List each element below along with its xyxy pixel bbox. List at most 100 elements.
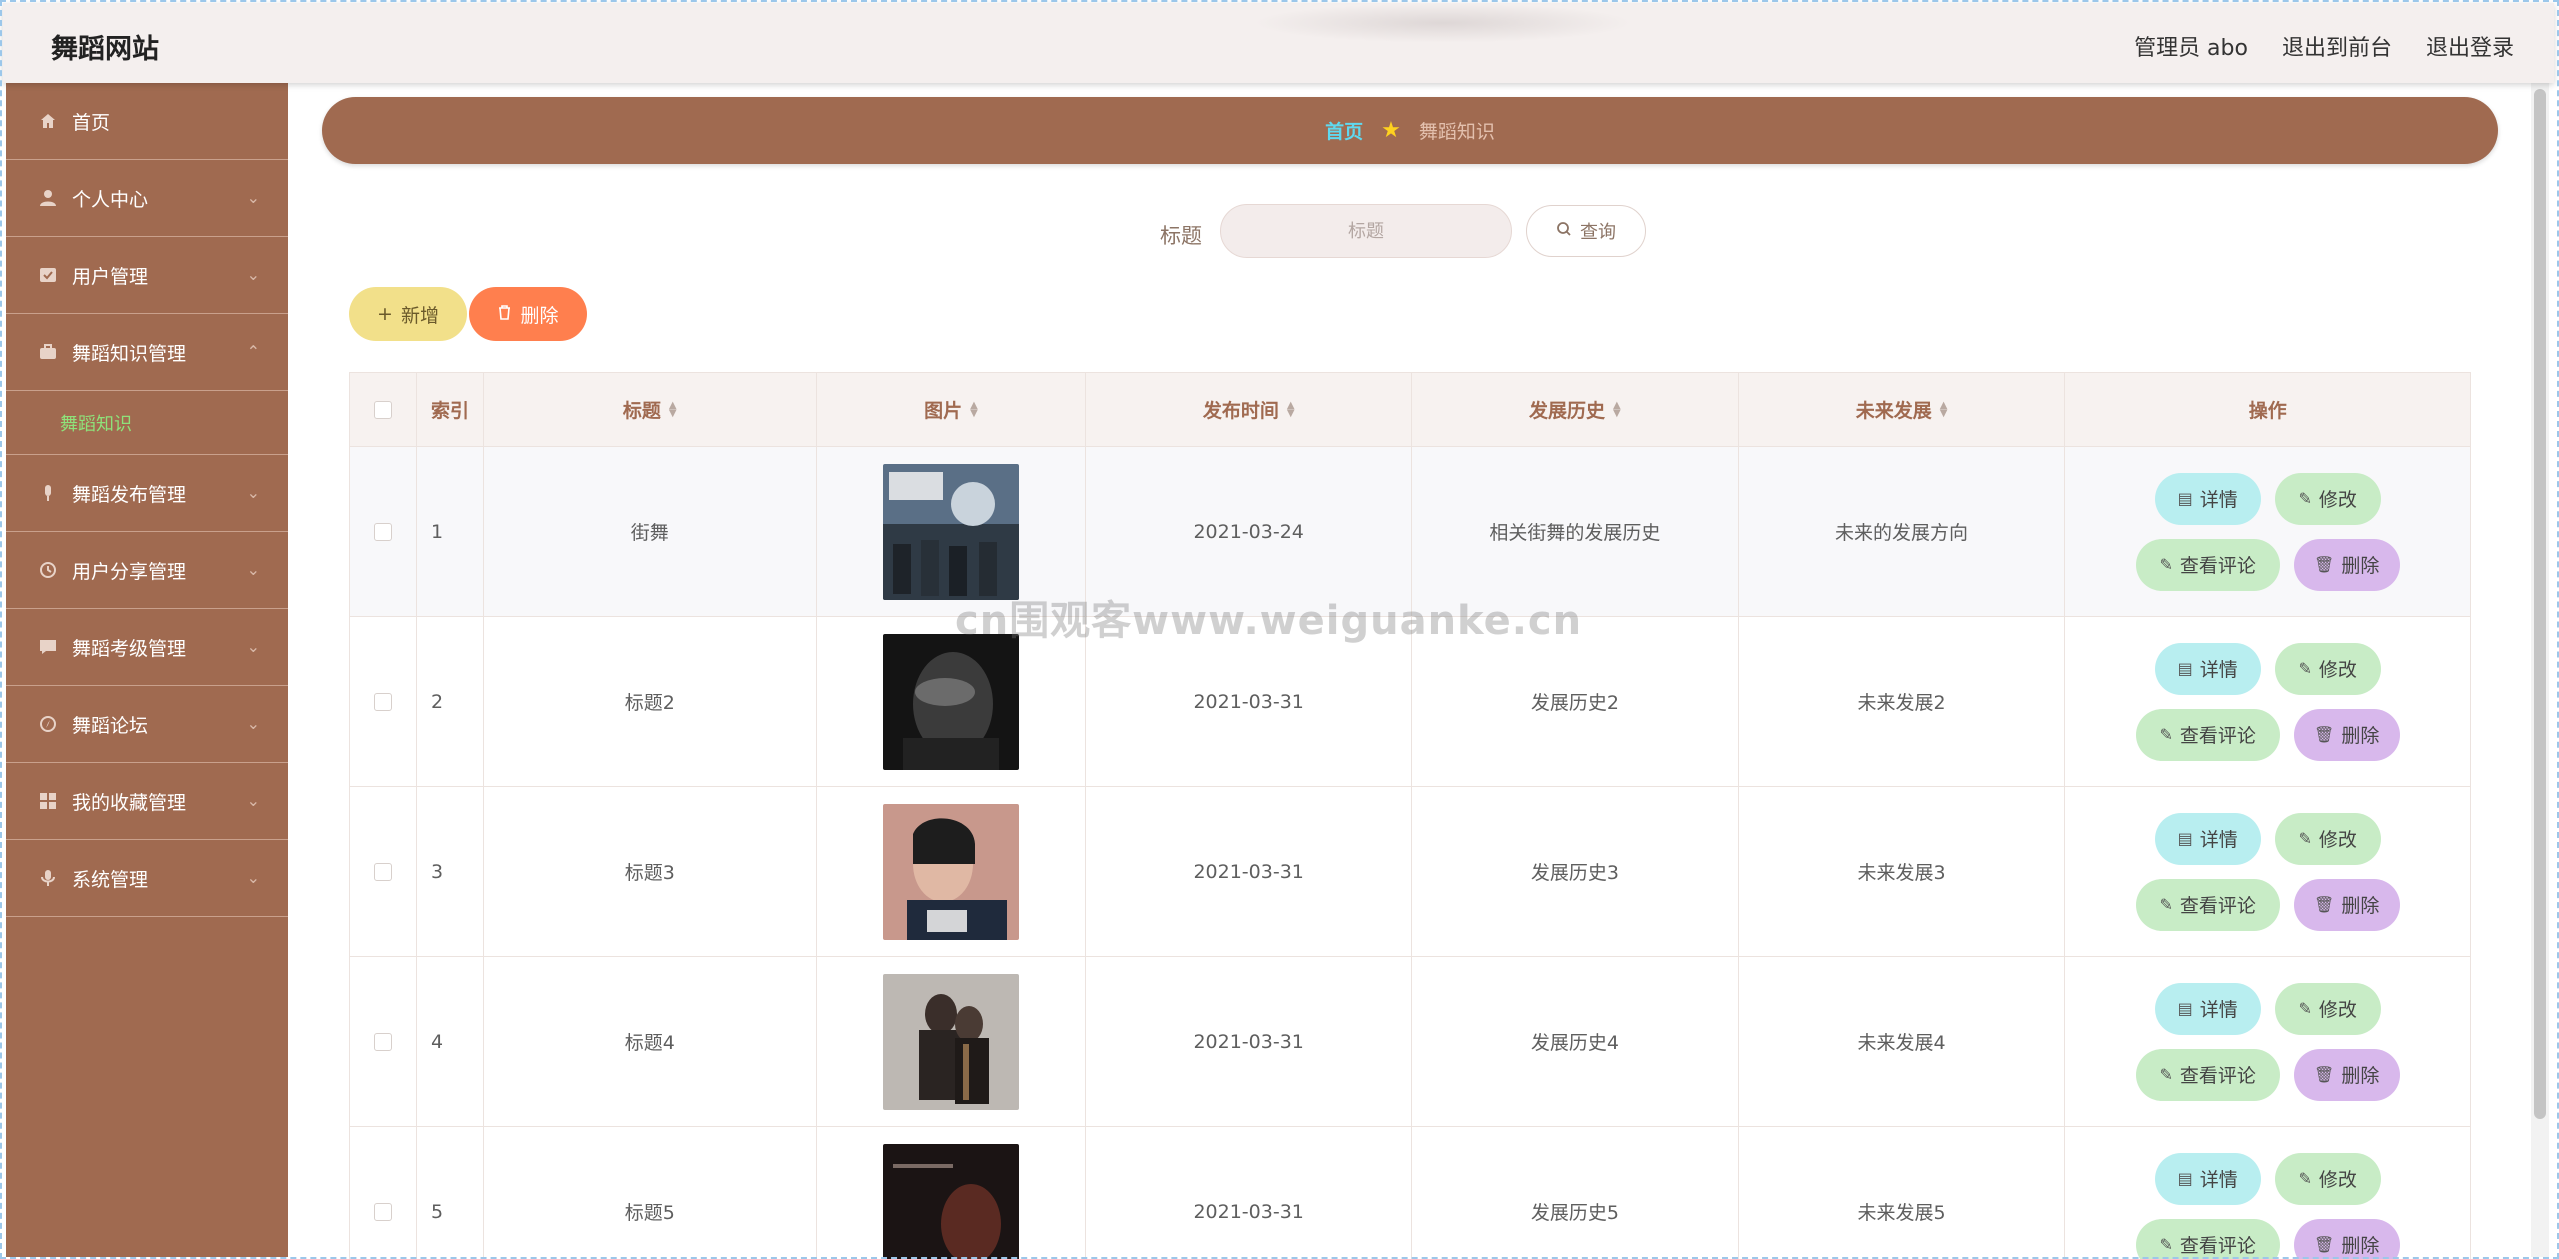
sidebar-item-favorites[interactable]: 我的收藏管理 ⌄ xyxy=(6,763,288,840)
cell-history: 发展历史5 xyxy=(1412,1127,1739,1259)
cell-index: 2 xyxy=(417,617,484,786)
detail-label: 详情 xyxy=(2199,489,2238,511)
cell-date: 2021-03-31 xyxy=(1086,957,1413,1126)
exit-to-front-link[interactable]: 退出到前台 xyxy=(2282,30,2392,62)
search-input[interactable] xyxy=(1220,204,1512,258)
row-delete-button[interactable]: 🗑 删除 xyxy=(2293,538,2400,591)
select-all-checkbox[interactable] xyxy=(373,400,392,419)
thumbnail-image[interactable] xyxy=(882,463,1019,600)
view-comments-button[interactable]: ✎ 查看评论 xyxy=(2135,1048,2280,1101)
header-image[interactable]: 图片 ▲ ▼ xyxy=(817,373,1087,446)
scrollbar-thumb[interactable] xyxy=(2534,89,2546,1119)
sidebar-item-profile[interactable]: 个人中心 ⌄ xyxy=(6,160,288,237)
pencil-icon: ✎ xyxy=(2298,659,2312,678)
ops-line: ▤ 详情 ✎ 修改 xyxy=(2154,1152,2381,1205)
edit-button[interactable]: ✎ 修改 xyxy=(2274,472,2381,525)
knowledge-table: 索引 标题 ▲ ▼ 图片 ▲ ▼ 发布时间 ▲ ▼ 发展历史 ▲ ▼ 未来发展 ▲ ▼ 操作 1 街… xyxy=(349,372,2471,1259)
ops-line: ✎ 查看评论 🗑 删除 xyxy=(2135,1048,2400,1101)
sidebar-item-forum[interactable]: 舞蹈论坛 ⌄ xyxy=(6,686,288,763)
delete-label: 删除 xyxy=(520,304,559,327)
grid-icon xyxy=(38,791,58,811)
view-comments-button[interactable]: ✎ 查看评论 xyxy=(2135,538,2280,591)
detail-button[interactable]: ▤ 详情 xyxy=(2154,642,2261,695)
row-checkbox[interactable] xyxy=(373,862,392,881)
admin-label: 管理员 abo xyxy=(2134,36,2248,61)
sidebar-item-publish[interactable]: 舞蹈发布管理 ⌄ xyxy=(6,455,288,532)
cell-title: 街舞 xyxy=(484,447,817,616)
select-cell xyxy=(350,957,417,1126)
pencil-icon: ✎ xyxy=(2159,725,2173,744)
thumbnail-image[interactable] xyxy=(882,633,1019,770)
sidebar-item-system[interactable]: 系统管理 ⌄ xyxy=(6,840,288,917)
vertical-scrollbar[interactable] xyxy=(2531,83,2549,1257)
detail-label: 详情 xyxy=(2199,999,2238,1021)
header-label: 发布时间 xyxy=(1202,400,1279,422)
sidebar: 首页 个人中心 ⌄ 用户管理 ⌄ 舞蹈知识管理 ⌃ 舞蹈知识 舞蹈发布管理 ⌄ … xyxy=(6,83,288,1257)
edit-button[interactable]: ✎ 修改 xyxy=(2274,1152,2381,1205)
logout-link[interactable]: 退出登录 xyxy=(2426,30,2514,62)
plus-icon: + xyxy=(377,303,393,325)
query-button[interactable]: 查询 xyxy=(1526,205,1646,257)
cell-index: 5 xyxy=(417,1127,484,1259)
detail-button[interactable]: ▤ 详情 xyxy=(2154,1152,2261,1205)
table-row: 1 街舞 2021-03-24 相关街舞的发展历史 未来的发展方向 ▤ 详情 ✎ 修… xyxy=(350,447,2470,617)
edit-label: 修改 xyxy=(2318,489,2357,511)
breadcrumb-home[interactable]: 首页 xyxy=(1325,117,1363,144)
header-future[interactable]: 未来发展 ▲ ▼ xyxy=(1739,373,2066,446)
sidebar-item-share[interactable]: 用户分享管理 ⌄ xyxy=(6,532,288,609)
select-cell xyxy=(350,447,417,616)
header-title[interactable]: 标题 ▲ ▼ xyxy=(484,373,817,446)
row-checkbox[interactable] xyxy=(373,1202,392,1221)
thumbnail-image[interactable] xyxy=(882,973,1019,1110)
chevron-down-icon: ⌄ xyxy=(246,637,260,656)
row-checkbox[interactable] xyxy=(373,1032,392,1051)
cell-future: 未来发展2 xyxy=(1739,617,2066,786)
row-delete-button[interactable]: 🗑 删除 xyxy=(2293,1048,2400,1101)
detail-button[interactable]: ▤ 详情 xyxy=(2154,472,2261,525)
view-comments-button[interactable]: ✎ 查看评论 xyxy=(2135,1218,2280,1259)
delete-label: 删除 xyxy=(2341,555,2380,577)
sort-icon: ▲ ▼ xyxy=(1613,399,1621,419)
cell-history: 发展历史3 xyxy=(1412,787,1739,956)
thumbnail-image[interactable] xyxy=(882,803,1019,940)
view-comments-button[interactable]: ✎ 查看评论 xyxy=(2135,878,2280,931)
edit-button[interactable]: ✎ 修改 xyxy=(2274,812,2381,865)
cell-ops: ▤ 详情 ✎ 修改 ✎ 查看评论 🗑 删除 xyxy=(2065,617,2470,786)
sidebar-item-users[interactable]: 用户管理 ⌄ xyxy=(6,237,288,314)
bulk-delete-button[interactable]: 删除 xyxy=(469,287,587,341)
edit-button[interactable]: ✎ 修改 xyxy=(2274,982,2381,1035)
sidebar-item-knowledge[interactable]: 舞蹈知识管理 ⌃ xyxy=(6,314,288,391)
view-comments-button[interactable]: ✎ 查看评论 xyxy=(2135,708,2280,761)
header-history[interactable]: 发展历史 ▲ ▼ xyxy=(1412,373,1739,446)
cell-ops: ▤ 详情 ✎ 修改 ✎ 查看评论 🗑 删除 xyxy=(2065,787,2470,956)
edit-label: 修改 xyxy=(2318,829,2357,851)
cell-date: 2021-03-31 xyxy=(1086,617,1413,786)
trash-icon xyxy=(497,303,512,325)
row-delete-button[interactable]: 🗑 删除 xyxy=(2293,708,2400,761)
sidebar-subitem-knowledge[interactable]: 舞蹈知识 xyxy=(6,391,288,455)
edit-button[interactable]: ✎ 修改 xyxy=(2274,642,2381,695)
thumbnail-image[interactable] xyxy=(882,1143,1019,1259)
detail-button[interactable]: ▤ 详情 xyxy=(2154,982,2261,1035)
trash-icon: 🗑 xyxy=(2314,555,2335,574)
sidebar-item-grading[interactable]: 舞蹈考级管理 ⌄ xyxy=(6,609,288,686)
site-brand: 舞蹈网站 xyxy=(51,34,159,65)
detail-button[interactable]: ▤ 详情 xyxy=(2154,812,2261,865)
header-label: 发展历史 xyxy=(1529,400,1606,422)
search-label: 标题 xyxy=(1160,224,1202,248)
sidebar-item-home[interactable]: 首页 xyxy=(6,83,288,160)
sort-icon: ▲ ▼ xyxy=(1286,399,1295,419)
chevron-down-icon: ⌄ xyxy=(246,868,260,887)
add-button[interactable]: + 新增 xyxy=(349,287,467,341)
topbar-glow xyxy=(1253,3,1633,43)
search-icon xyxy=(1556,221,1572,242)
cell-date: 2021-03-31 xyxy=(1086,1127,1413,1259)
pencil-icon: ✎ xyxy=(2298,489,2312,508)
ops-line: ✎ 查看评论 🗑 删除 xyxy=(2135,708,2400,761)
row-delete-button[interactable]: 🗑 删除 xyxy=(2293,1218,2400,1259)
header-date[interactable]: 发布时间 ▲ ▼ xyxy=(1086,373,1413,446)
cell-future: 未来的发展方向 xyxy=(1739,447,2066,616)
row-checkbox[interactable] xyxy=(373,522,392,541)
row-delete-button[interactable]: 🗑 删除 xyxy=(2293,878,2400,931)
row-checkbox[interactable] xyxy=(373,692,392,711)
